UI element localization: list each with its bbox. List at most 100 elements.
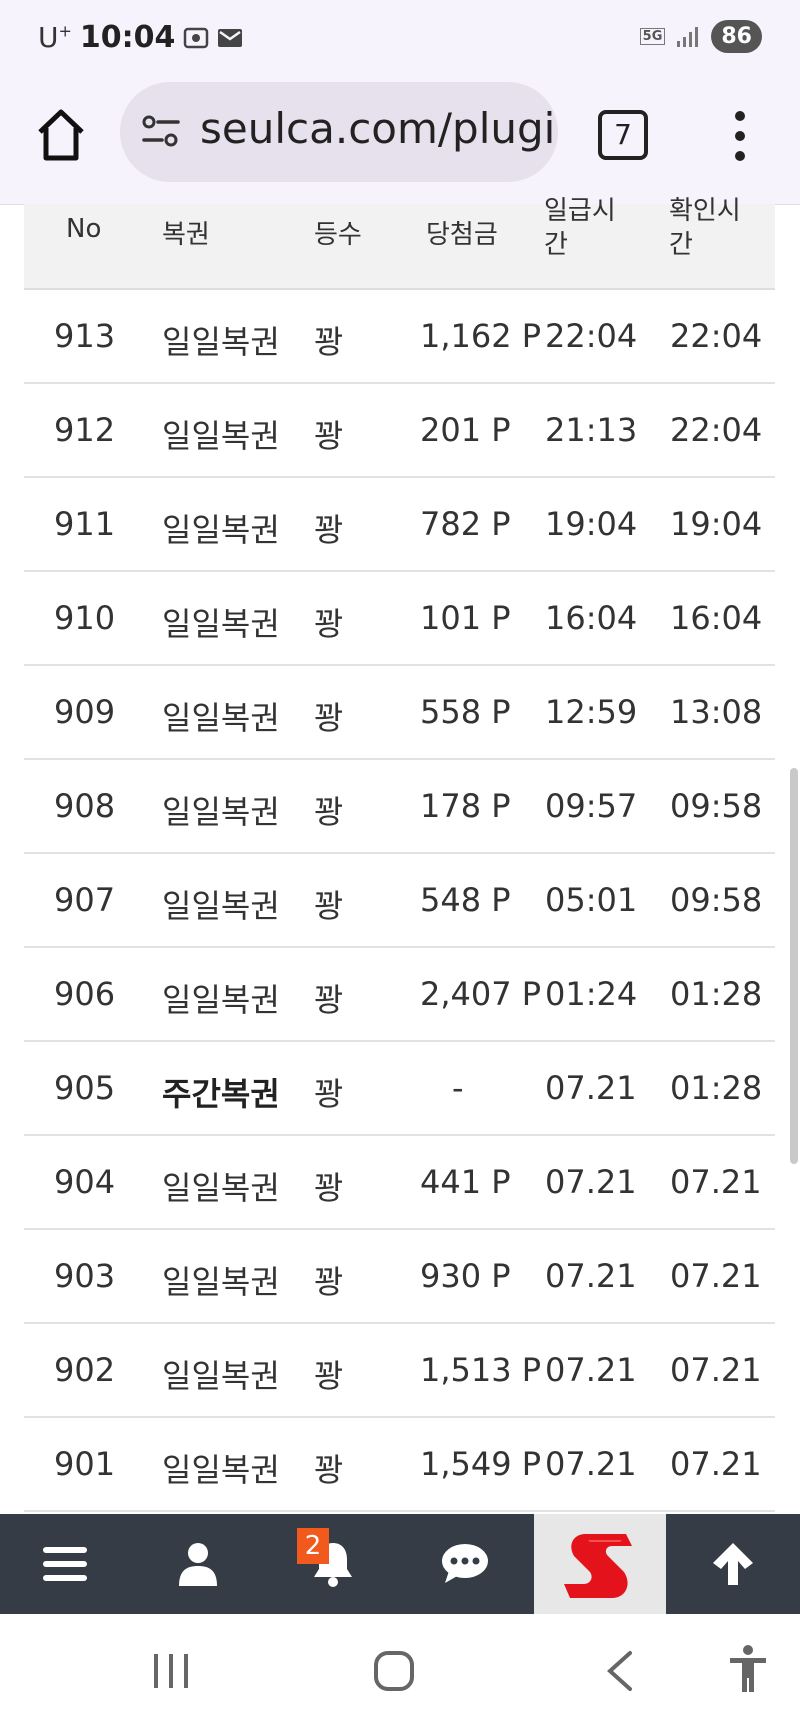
site-bottom-nav: 2 — [0, 1514, 800, 1614]
cell-confirm-time: 19:04 — [670, 505, 763, 543]
cell-prize: 930 P — [420, 1257, 511, 1295]
table-row: 909 일일복권 꽝 558 P 12:59 13:08 — [24, 666, 775, 760]
cell-no: 913 — [54, 317, 116, 355]
page-scrollbar[interactable] — [790, 768, 798, 1164]
table-row: 908 일일복권 꽝 178 P 09:57 09:58 — [24, 760, 775, 854]
table-row: 911 일일복권 꽝 782 P 19:04 19:04 — [24, 478, 775, 572]
table-row: 910 일일복권 꽝 101 P 16:04 16:04 — [24, 572, 775, 666]
header-lotto: 복권 — [162, 220, 210, 250]
table-row: 913 일일복권 꽝 1,162 P 22:04 22:04 — [24, 290, 775, 384]
cell-prize: 201 P — [420, 411, 511, 449]
user-icon — [179, 1543, 217, 1586]
cell-prize: 558 P — [420, 693, 511, 731]
chat-button[interactable] — [400, 1514, 530, 1614]
cell-rank: 꽝 — [314, 1357, 344, 1395]
menu-button[interactable] — [0, 1514, 130, 1614]
cell-win-time: 05:01 — [545, 881, 638, 919]
cell-no: 904 — [54, 1163, 116, 1201]
header-no: No — [66, 214, 102, 244]
browser-toolbar: seulca.com/plugin 7 — [0, 78, 800, 205]
header-prize: 당첨금 — [426, 220, 498, 250]
cell-win-time: 07.21 — [545, 1069, 637, 1107]
network-type: 5G — [639, 28, 666, 45]
notification-badge: 2 — [297, 1528, 329, 1564]
cell-prize: 441 P — [420, 1163, 511, 1201]
cell-rank: 꽝 — [314, 1451, 344, 1489]
cell-win-time: 07.21 — [545, 1445, 637, 1483]
cell-lotto: 일일복권 — [162, 511, 280, 549]
table-row: 904 일일복권 꽝 441 P 07.21 07.21 — [24, 1136, 775, 1230]
table-header: No 복권 등수 당첨금 일급시간 확인시간 — [24, 196, 775, 290]
cell-lotto: 일일복권 — [162, 323, 280, 361]
cell-lotto: 일일복권 — [162, 793, 280, 831]
cell-rank: 꽝 — [314, 417, 344, 455]
cell-rank: 꽝 — [314, 1169, 344, 1207]
header-rank: 등수 — [314, 220, 362, 250]
cell-no: 905 — [54, 1069, 116, 1107]
address-bar[interactable]: seulca.com/plugin — [120, 82, 558, 182]
recent-apps-icon[interactable] — [150, 1650, 192, 1692]
cell-no: 910 — [54, 599, 116, 637]
cell-win-time: 07.21 — [545, 1351, 637, 1389]
cell-rank: 꽝 — [314, 1075, 344, 1113]
cell-lotto: 일일복권 — [162, 1357, 280, 1395]
cell-win-time: 21:13 — [545, 411, 638, 449]
cell-rank: 꽝 — [314, 511, 344, 549]
cell-rank: 꽝 — [314, 605, 344, 643]
cell-lotto: 일일복권 — [162, 1263, 280, 1301]
cell-no: 907 — [54, 881, 116, 919]
cell-rank: 꽝 — [314, 981, 344, 1019]
status-bar: U+ 10:04 5G 86 — [0, 0, 800, 78]
cell-prize: 1,549 P — [420, 1445, 542, 1483]
lottery-history-table: No 복권 등수 당첨금 일급시간 확인시간 913 일일복권 꽝 1,162 … — [24, 196, 775, 1512]
site-settings-icon[interactable] — [140, 112, 182, 152]
table-row: 905 주간복권 꽝 - 07.21 01:28 — [24, 1042, 775, 1136]
home-nav-icon[interactable] — [373, 1650, 415, 1692]
cell-win-time: 07.21 — [545, 1257, 637, 1295]
signal-icon — [677, 26, 699, 47]
cell-confirm-time: 09:58 — [670, 881, 763, 919]
cell-lotto: 일일복권 — [162, 1451, 280, 1489]
cell-confirm-time: 07.21 — [670, 1257, 762, 1295]
cell-confirm-time: 07.21 — [670, 1351, 762, 1389]
cell-no: 912 — [54, 411, 116, 449]
cell-no: 911 — [54, 505, 116, 543]
table-row: 907 일일복권 꽝 548 P 05:01 09:58 — [24, 854, 775, 948]
cell-prize: 1,513 P — [420, 1351, 542, 1389]
header-confirm-time: 확인시간 — [669, 196, 741, 260]
cell-rank: 꽝 — [314, 1263, 344, 1301]
cell-prize: 548 P — [420, 881, 511, 919]
cell-prize: 2,407 P — [420, 975, 542, 1013]
table-row: 912 일일복권 꽝 201 P 21:13 22:04 — [24, 384, 775, 478]
cell-no: 908 — [54, 787, 116, 825]
cell-rank: 꽝 — [314, 699, 344, 737]
cell-prize: - — [452, 1069, 464, 1107]
cell-confirm-time: 22:04 — [670, 411, 763, 449]
home-icon[interactable] — [36, 108, 86, 162]
cell-prize: 101 P — [420, 599, 511, 637]
accessibility-icon[interactable] — [728, 1644, 768, 1694]
cell-win-time: 19:04 — [545, 505, 638, 543]
screenshot-icon — [184, 27, 209, 48]
cell-confirm-time: 16:04 — [670, 599, 763, 637]
tab-switcher-button[interactable]: 7 — [598, 110, 648, 160]
cell-confirm-time: 09:58 — [670, 787, 763, 825]
cell-confirm-time: 13:08 — [670, 693, 763, 731]
cell-confirm-time: 07.21 — [670, 1163, 762, 1201]
more-options-icon[interactable] — [730, 108, 750, 164]
profile-button[interactable] — [133, 1514, 263, 1614]
battery-indicator: 86 — [711, 20, 762, 53]
site-logo-button[interactable] — [534, 1514, 666, 1614]
cell-confirm-time: 01:28 — [670, 1069, 763, 1107]
chat-icon — [442, 1544, 488, 1583]
cell-win-time: 12:59 — [545, 693, 638, 731]
notifications-button[interactable] — [268, 1514, 398, 1614]
scroll-top-button[interactable] — [668, 1514, 798, 1614]
cell-lotto: 일일복권 — [162, 887, 280, 925]
back-icon[interactable] — [604, 1650, 634, 1692]
cell-no: 903 — [54, 1257, 116, 1295]
menu-icon — [43, 1547, 87, 1581]
cell-prize: 1,162 P — [420, 317, 542, 355]
cell-confirm-time: 22:04 — [670, 317, 763, 355]
table-row: 903 일일복권 꽝 930 P 07.21 07.21 — [24, 1230, 775, 1324]
